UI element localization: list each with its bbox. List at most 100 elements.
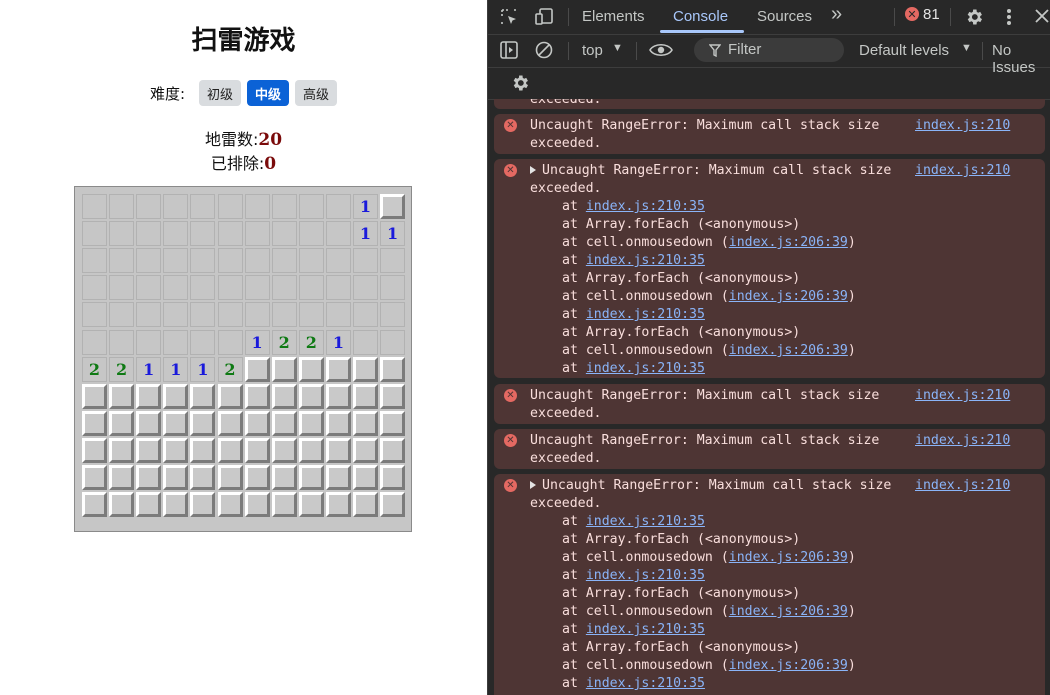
unrevealed-cell[interactable] <box>298 383 324 409</box>
revealed-empty-cell[interactable] <box>163 275 189 301</box>
revealed-empty-cell[interactable] <box>82 329 107 355</box>
revealed-empty-cell[interactable] <box>271 275 297 301</box>
stack-source-link[interactable]: index.js:206:39 <box>729 289 848 304</box>
revealed-empty-cell[interactable] <box>380 248 406 274</box>
revealed-empty-cell[interactable] <box>217 275 243 301</box>
console-error-message[interactable]: ✕ Uncaught RangeError: Maximum call stack… <box>494 429 1045 469</box>
stack-source-link[interactable]: index.js:206:39 <box>729 343 848 358</box>
live-expression-eye-icon[interactable] <box>649 42 673 58</box>
unrevealed-cell[interactable] <box>136 437 162 463</box>
close-icon[interactable] <box>1035 9 1049 23</box>
revealed-empty-cell[interactable] <box>217 194 243 219</box>
unrevealed-cell[interactable] <box>190 437 216 463</box>
revealed-number-cell[interactable]: 1 <box>244 329 270 355</box>
unrevealed-cell[interactable] <box>353 356 378 382</box>
unrevealed-cell[interactable] <box>217 410 243 436</box>
revealed-number-cell[interactable]: 1 <box>163 356 189 382</box>
unrevealed-cell[interactable] <box>325 356 351 382</box>
revealed-empty-cell[interactable] <box>244 248 270 274</box>
unrevealed-cell[interactable] <box>136 492 162 518</box>
unrevealed-cell[interactable] <box>380 383 406 409</box>
error-source-link[interactable]: index.js:210 <box>915 432 1010 450</box>
revealed-empty-cell[interactable] <box>325 302 351 328</box>
tab-console[interactable]: Console <box>673 8 728 25</box>
error-source-link[interactable]: index.js:210 <box>915 162 1010 180</box>
stack-source-link[interactable]: index.js:206:39 <box>729 658 848 673</box>
revealed-empty-cell[interactable] <box>271 194 297 219</box>
unrevealed-cell[interactable] <box>271 465 297 490</box>
stack-source-link[interactable]: index.js:210:35 <box>586 514 705 529</box>
revealed-empty-cell[interactable] <box>298 248 324 274</box>
error-source-link[interactable]: index.js:210 <box>915 117 1010 135</box>
unrevealed-cell[interactable] <box>190 410 216 436</box>
revealed-empty-cell[interactable] <box>136 221 162 247</box>
revealed-number-cell[interactable]: 1 <box>353 194 378 219</box>
console-error-message[interactable]: ✕ Uncaught RangeError: Maximum call stack… <box>494 114 1045 154</box>
level-easy-button[interactable]: 初级 <box>199 80 242 106</box>
revealed-empty-cell[interactable] <box>298 221 324 247</box>
revealed-empty-cell[interactable] <box>190 194 216 219</box>
revealed-empty-cell[interactable] <box>271 302 297 328</box>
unrevealed-cell[interactable] <box>217 465 243 490</box>
revealed-empty-cell[interactable] <box>325 221 351 247</box>
unrevealed-cell[interactable] <box>244 356 270 382</box>
revealed-number-cell[interactable]: 2 <box>217 356 243 382</box>
revealed-empty-cell[interactable] <box>82 248 107 274</box>
revealed-empty-cell[interactable] <box>298 275 324 301</box>
revealed-empty-cell[interactable] <box>244 221 270 247</box>
revealed-empty-cell[interactable] <box>217 302 243 328</box>
console-settings-icon[interactable] <box>510 73 530 93</box>
stack-source-link[interactable]: index.js:210:35 <box>586 199 705 214</box>
unrevealed-cell[interactable] <box>163 383 189 409</box>
tab-sources[interactable]: Sources <box>757 8 812 25</box>
revealed-empty-cell[interactable] <box>190 221 216 247</box>
tab-elements[interactable]: Elements <box>582 8 645 25</box>
revealed-number-cell[interactable]: 1 <box>353 221 378 247</box>
unrevealed-cell[interactable] <box>380 356 406 382</box>
context-selector[interactable]: top <box>582 42 603 59</box>
unrevealed-cell[interactable] <box>298 437 324 463</box>
stack-source-link[interactable]: index.js:210:35 <box>586 361 705 376</box>
unrevealed-cell[interactable] <box>82 492 107 518</box>
stack-source-link[interactable]: index.js:210:35 <box>586 568 705 583</box>
revealed-empty-cell[interactable] <box>353 329 378 355</box>
revealed-empty-cell[interactable] <box>244 275 270 301</box>
revealed-empty-cell[interactable] <box>82 194 107 219</box>
unrevealed-cell[interactable] <box>217 492 243 518</box>
levels-dropdown-icon[interactable]: ▼ <box>961 42 972 54</box>
unrevealed-cell[interactable] <box>109 383 135 409</box>
expand-triangle-icon[interactable] <box>530 166 536 174</box>
error-count-icon[interactable]: ✕ <box>905 7 919 21</box>
revealed-empty-cell[interactable] <box>353 275 378 301</box>
context-dropdown-icon[interactable]: ▼ <box>612 42 623 54</box>
revealed-number-cell[interactable]: 1 <box>380 221 406 247</box>
unrevealed-cell[interactable] <box>109 492 135 518</box>
stack-source-link[interactable]: index.js:210:35 <box>586 253 705 268</box>
stack-source-link[interactable]: index.js:206:39 <box>729 604 848 619</box>
unrevealed-cell[interactable] <box>380 492 406 518</box>
revealed-empty-cell[interactable] <box>163 221 189 247</box>
revealed-empty-cell[interactable] <box>380 275 406 301</box>
unrevealed-cell[interactable] <box>82 465 107 490</box>
unrevealed-cell[interactable] <box>244 465 270 490</box>
unrevealed-cell[interactable] <box>271 383 297 409</box>
revealed-empty-cell[interactable] <box>163 329 189 355</box>
unrevealed-cell[interactable] <box>271 492 297 518</box>
revealed-empty-cell[interactable] <box>190 275 216 301</box>
revealed-empty-cell[interactable] <box>380 329 406 355</box>
revealed-empty-cell[interactable] <box>163 302 189 328</box>
console-error-message[interactable]: ✕ Uncaught RangeError: Maximum call stack… <box>494 384 1045 424</box>
unrevealed-cell[interactable] <box>163 410 189 436</box>
unrevealed-cell[interactable] <box>298 465 324 490</box>
revealed-number-cell[interactable]: 1 <box>325 329 351 355</box>
more-options-icon[interactable] <box>1006 8 1012 26</box>
unrevealed-cell[interactable] <box>244 492 270 518</box>
unrevealed-cell[interactable] <box>190 492 216 518</box>
revealed-empty-cell[interactable] <box>109 248 135 274</box>
unrevealed-cell[interactable] <box>271 356 297 382</box>
clear-console-icon[interactable] <box>535 41 553 59</box>
revealed-empty-cell[interactable] <box>109 329 135 355</box>
revealed-empty-cell[interactable] <box>353 248 378 274</box>
unrevealed-cell[interactable] <box>244 410 270 436</box>
unrevealed-cell[interactable] <box>353 492 378 518</box>
